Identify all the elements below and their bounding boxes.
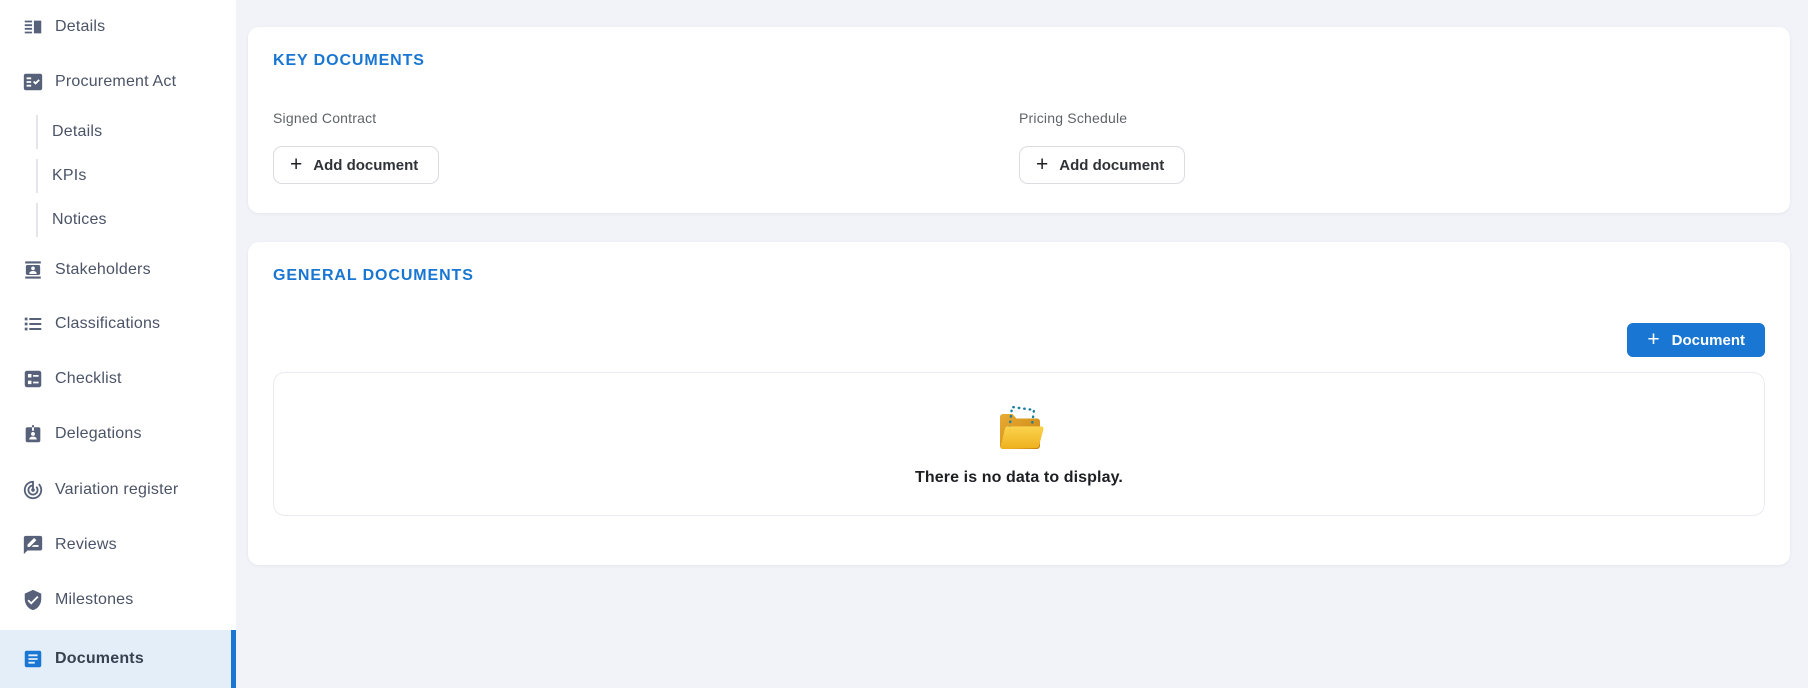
sidebar-item-label: Procurement Act: [55, 73, 177, 90]
badge-icon: [22, 423, 44, 445]
fact-check-icon: [22, 71, 44, 93]
shield-check-icon: [22, 589, 44, 611]
general-documents-card: GENERAL DOCUMENTS + Document There is no…: [248, 242, 1790, 565]
add-pricing-schedule-button[interactable]: + Add document: [1019, 146, 1186, 184]
sidebar-item-label: Reviews: [55, 536, 117, 553]
sidebar-item-label: Variation register: [55, 481, 179, 498]
sidebar-item-label: Documents: [55, 650, 144, 667]
document-icon: [22, 648, 44, 670]
add-general-document-button[interactable]: + Document: [1627, 323, 1765, 357]
sidebar-item-classifications[interactable]: Classifications: [0, 304, 236, 344]
key-documents-slots: Signed Contract + Add document Pricing S…: [273, 109, 1765, 184]
sidebar-item-label: Details: [55, 18, 106, 35]
document-button-label: Document: [1671, 331, 1745, 349]
vertical-split-icon: [22, 16, 44, 38]
sidebar-item-label: Checklist: [55, 370, 122, 387]
sidebar-item-milestones[interactable]: Milestones: [0, 580, 236, 620]
sidebar-item-variation-register[interactable]: Variation register: [0, 470, 236, 510]
sidebar-item-label: Milestones: [55, 591, 134, 608]
pricing-schedule-slot: Pricing Schedule + Add document: [1019, 109, 1765, 184]
key-documents-card: KEY DOCUMENTS Signed Contract + Add docu…: [248, 27, 1790, 213]
ballot-icon: [22, 368, 44, 390]
empty-folder-icon: [992, 402, 1046, 457]
empty-state-message: There is no data to display.: [915, 468, 1123, 486]
sidebar-item-details[interactable]: Details: [0, 7, 236, 47]
sidebar-item-delegations[interactable]: Delegations: [0, 414, 236, 454]
key-documents-title: KEY DOCUMENTS: [273, 52, 425, 69]
sidebar: Details Procurement Act Details KPIs Not…: [0, 0, 236, 688]
track-changes-icon: [22, 479, 44, 501]
sidebar-item-procurement-act[interactable]: Procurement Act: [0, 62, 236, 102]
general-documents-title: GENERAL DOCUMENTS: [273, 267, 474, 284]
sidebar-item-label: Stakeholders: [55, 261, 151, 278]
sidebar-item-stakeholders[interactable]: Stakeholders: [0, 250, 236, 290]
empty-state-panel: There is no data to display.: [273, 372, 1765, 516]
sidebar-item-label: Classifications: [55, 315, 161, 332]
signed-contract-slot: Signed Contract + Add document: [273, 109, 1019, 184]
sidebar-item-label: Details: [52, 123, 103, 140]
list-icon: [22, 313, 44, 335]
signed-contract-label: Signed Contract: [273, 110, 377, 126]
plus-icon: +: [290, 152, 303, 176]
sidebar-item-documents[interactable]: Documents: [0, 630, 236, 688]
plus-icon: +: [1036, 152, 1049, 176]
add-signed-contract-button[interactable]: + Add document: [273, 146, 440, 184]
sidebar-item-label: Delegations: [55, 425, 142, 442]
sidebar-subitem-details[interactable]: Details: [0, 110, 236, 154]
add-document-button-label: Add document: [1059, 156, 1165, 174]
rate-review-icon: [22, 534, 44, 556]
add-document-button-label: Add document: [313, 156, 419, 174]
sidebar-subitem-notices[interactable]: Notices: [0, 198, 236, 242]
pricing-schedule-label: Pricing Schedule: [1019, 110, 1128, 126]
sidebar-item-reviews[interactable]: Reviews: [0, 525, 236, 565]
sidebar-item-checklist[interactable]: Checklist: [0, 359, 236, 399]
sidebar-item-label: Notices: [52, 211, 107, 228]
sidebar-item-label: KPIs: [52, 167, 87, 184]
sidebar-subitem-kpis[interactable]: KPIs: [0, 154, 236, 198]
plus-icon: +: [1647, 327, 1660, 351]
contact-card-icon: [22, 259, 44, 281]
